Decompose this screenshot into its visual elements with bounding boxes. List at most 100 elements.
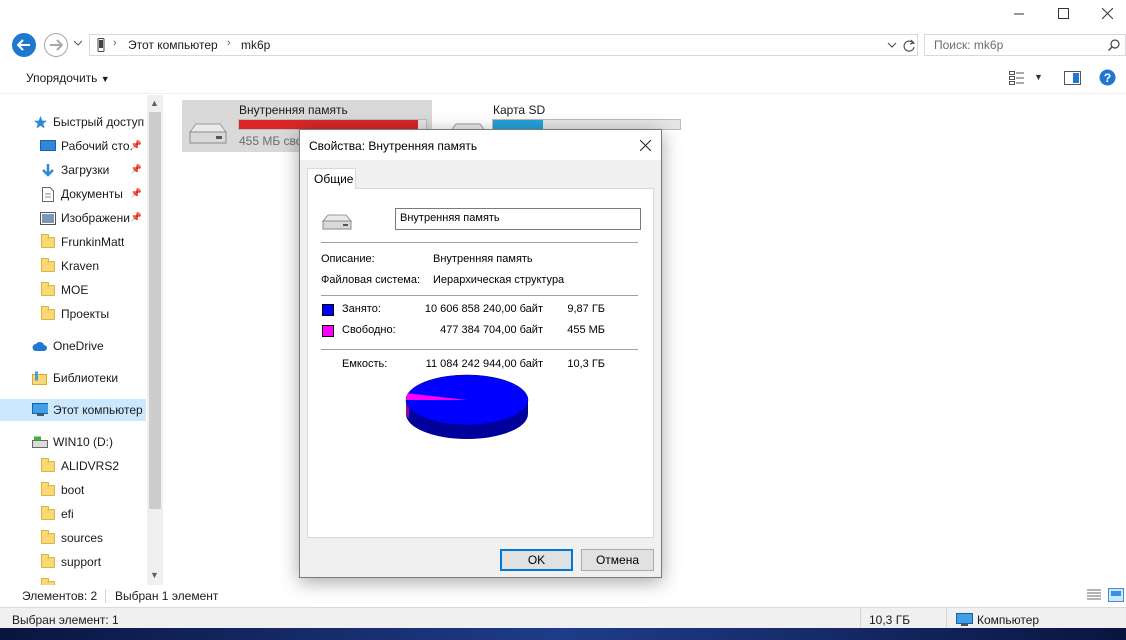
scrollbar-thumb[interactable] [149, 112, 161, 509]
nav-label: Изображени [61, 211, 130, 225]
help-icon[interactable]: ? [1099, 69, 1116, 86]
nav-item-documents[interactable]: Документы 📌 [0, 183, 146, 205]
properties-dialog: Свойства: Внутренняя память Общие Внутре… [299, 129, 662, 578]
breadcrumb-current[interactable]: mk6p [241, 38, 270, 52]
dialog-title-bar[interactable]: Свойства: Внутренняя память [300, 130, 661, 160]
breadcrumb-this-pc[interactable]: Этот компьютер [128, 38, 218, 52]
search-input[interactable] [932, 36, 1102, 54]
nav-label: Библиотеки [53, 371, 119, 385]
nav-item-desktop[interactable]: Рабочий сто. 📌 [0, 135, 146, 157]
pin-icon: 📌 [130, 188, 142, 198]
caret-down-icon[interactable]: ▼ [1034, 72, 1043, 82]
nav-item-pictures[interactable]: Изображени 📌 [0, 207, 146, 229]
scroll-down-icon[interactable]: ▼ [150, 570, 159, 580]
nav-label: sources [61, 531, 104, 545]
chevron-down-icon[interactable] [887, 42, 897, 49]
address-bar[interactable]: › Этот компьютер › mk6p [89, 34, 918, 56]
nav-this-pc[interactable]: Этот компьютер [0, 399, 146, 421]
ok-button[interactable]: OK [500, 549, 573, 571]
free-label: Свободно: [342, 324, 396, 336]
minimize-button[interactable] [996, 0, 1042, 26]
used-space-swatch [322, 304, 334, 316]
nav-label: Рабочий сто. [61, 139, 133, 153]
computer-icon [956, 613, 973, 626]
drive-name[interactable]: Карта SD [493, 103, 545, 117]
disk-usage-pie [405, 374, 529, 439]
drive-name-field[interactable]: Внутренняя память [395, 208, 641, 230]
forward-button[interactable] [44, 33, 68, 57]
cancel-button[interactable]: Отмена [581, 549, 654, 571]
search-box[interactable] [924, 34, 1126, 56]
used-bytes: 10 606 858 240,00 байт [424, 303, 543, 315]
nav-item-downloads[interactable]: Загрузки 📌 [0, 159, 146, 181]
minimize-icon [1014, 13, 1024, 15]
drive-usage-fill [239, 120, 418, 129]
filesystem-label: Файловая система: [321, 274, 421, 286]
nav-quick-access[interactable]: Быстрый доступ [0, 111, 146, 133]
nav-item-folder[interactable]: FrunkinMatt [0, 231, 146, 253]
dialog-close-button[interactable] [629, 130, 661, 160]
folder-icon [40, 577, 56, 585]
large-icons-view-icon[interactable] [1108, 588, 1124, 602]
nav-drive[interactable]: WIN10 (D:) [0, 431, 146, 453]
folder-icon [40, 553, 56, 570]
dialog-title: Свойства: Внутренняя память [309, 139, 478, 153]
capacity-bytes: 11 084 242 944,00 байт [425, 358, 543, 370]
divider [321, 242, 638, 243]
general-panel: Внутренняя память Описание: Внутренняя п… [307, 188, 654, 538]
scroll-up-icon[interactable]: ▲ [150, 98, 159, 108]
nav-item-folder[interactable]: Kraven [0, 255, 146, 277]
drive-usage-fill [493, 120, 544, 129]
nav-item-folder[interactable]: support [0, 551, 146, 573]
free-short: 455 МБ [567, 324, 605, 336]
drive-icon [32, 434, 48, 450]
maximize-icon [1057, 7, 1069, 19]
folder-icon [40, 481, 56, 498]
tab-general[interactable]: Общие [307, 168, 356, 189]
folder-icon [40, 457, 56, 474]
nav-item-folder[interactable]: efi [0, 503, 146, 525]
nav-label: efi [61, 507, 74, 521]
recent-locations-button[interactable] [73, 38, 83, 48]
capacity-label: Емкость: [342, 358, 388, 370]
nav-item-folder[interactable]: sources [0, 527, 146, 549]
details-view-icon[interactable] [1086, 588, 1102, 602]
drive-name: Внутренняя память [239, 103, 348, 117]
selected-items-status: Выбран элемент: 1 [12, 613, 119, 627]
nav-item-partial[interactable] [0, 575, 146, 585]
nav-label: Проекты [61, 307, 110, 321]
nav-libraries[interactable]: Библиотеки [0, 367, 146, 389]
drive-icon [189, 123, 227, 144]
nav-onedrive[interactable]: OneDrive [0, 335, 146, 357]
drive-icon [321, 214, 353, 230]
location-status: Компьютер [977, 613, 1040, 627]
pin-icon: 📌 [130, 140, 142, 150]
nav-label: ALIDVRS2 [61, 459, 120, 473]
close-window-button[interactable] [1084, 0, 1126, 26]
folder-icon [40, 281, 56, 298]
folder-icon [40, 505, 56, 522]
maximize-button[interactable] [1040, 0, 1086, 26]
nav-item-folder[interactable]: Проекты [0, 303, 146, 325]
folder-icon [40, 529, 56, 546]
nav-label: WIN10 (D:) [53, 435, 113, 449]
nav-scrollbar[interactable]: ▲ ▼ [147, 95, 163, 585]
item-count: Элементов: 2 [22, 589, 98, 603]
nav-item-folder[interactable]: MOE [0, 279, 146, 301]
free-space-swatch [322, 325, 334, 337]
nav-item-folder[interactable]: boot [0, 479, 146, 501]
breadcrumb-separator-icon: › [227, 37, 231, 49]
drive-free-text: 455 МБ сво [239, 134, 303, 148]
preview-pane-icon[interactable] [1064, 71, 1081, 85]
svg-text:?: ? [1104, 71, 1111, 85]
nav-label: Этот компьютер [53, 403, 143, 417]
back-button[interactable] [12, 33, 36, 57]
chevron-down-icon [73, 40, 83, 46]
view-options-icon[interactable] [1009, 71, 1025, 85]
refresh-icon[interactable] [903, 39, 915, 52]
pictures-icon [40, 210, 56, 226]
nav-item-folder[interactable]: ALIDVRS2 [0, 455, 146, 477]
close-icon [1101, 7, 1113, 19]
star-icon [32, 114, 48, 130]
organize-menu[interactable]: Упорядочить ▼ [26, 71, 110, 85]
